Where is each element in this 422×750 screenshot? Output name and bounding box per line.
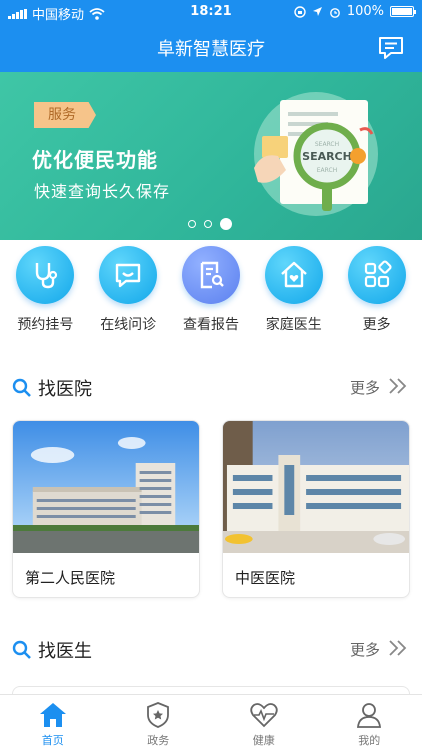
- tab-label: 政务: [147, 734, 170, 747]
- hospital-name: 第二人民医院: [25, 569, 116, 587]
- quick-label: 家庭医生: [265, 317, 322, 333]
- status-bar: 中国移动 18:21 100%: [0, 0, 422, 24]
- quick-label: 查看报告: [182, 317, 239, 333]
- tab-label: 健康: [252, 734, 275, 747]
- tab-health[interactable]: 健康: [211, 695, 317, 750]
- search-icon: [12, 640, 31, 659]
- tab-bar: 首页 政务 健康 我的: [0, 694, 422, 750]
- hospital-building-photo: [223, 421, 409, 553]
- message-list-icon[interactable]: [378, 36, 404, 60]
- heart-pulse-icon: [250, 703, 278, 728]
- hospital-section-header: 找医院 更多: [0, 372, 422, 402]
- quick-item-report[interactable]: 查看报告: [171, 246, 251, 342]
- section-title: 找医院: [38, 379, 92, 400]
- banner-subline: 快速查询长久保存: [34, 182, 171, 201]
- tab-label: 首页: [41, 734, 64, 747]
- quick-label: 在线问诊: [100, 317, 157, 333]
- quick-label: 更多: [362, 317, 391, 333]
- home-heart-icon: [264, 246, 323, 304]
- location-icon: [312, 7, 322, 16]
- tab-government[interactable]: 政务: [106, 695, 212, 750]
- hospital-building-photo: [13, 421, 199, 553]
- search-illustration: SEARCH SEARCH EARCH: [254, 92, 378, 216]
- hospital-card[interactable]: 第二人民医院: [12, 420, 200, 598]
- quick-item-appointment[interactable]: 预约挂号: [5, 246, 85, 342]
- stethoscope-icon: [16, 246, 75, 304]
- user-icon: [357, 703, 382, 728]
- page-title: 阜新智慧医疗: [157, 39, 265, 60]
- nav-bar: 阜新智慧医疗: [0, 24, 422, 72]
- banner-headline: 优化便民功能: [32, 148, 158, 172]
- doctor-section-header: 找医生 更多: [0, 634, 422, 664]
- magnifier-text-top: SEARCH: [315, 141, 339, 148]
- tab-home[interactable]: 首页: [0, 695, 106, 750]
- quick-item-family-doctor[interactable]: 家庭医生: [254, 246, 334, 342]
- carousel-dot[interactable]: [204, 220, 212, 228]
- doctor-more-link[interactable]: 更多: [350, 639, 380, 660]
- double-chevron-right-icon[interactable]: [388, 377, 408, 395]
- section-title: 找医生: [38, 641, 92, 662]
- carousel-dots: [188, 218, 232, 230]
- quick-menu: 预约挂号 在线问诊 查看报告 家庭医生 更多: [0, 246, 422, 342]
- hospital-name: 中医医院: [235, 569, 296, 587]
- chat-consult-icon: [99, 246, 158, 304]
- report-search-icon: [181, 246, 240, 304]
- status-right: 100%: [294, 4, 416, 19]
- search-icon: [12, 378, 31, 397]
- quick-label: 预约挂号: [17, 317, 74, 333]
- grid-more-icon: [347, 246, 406, 304]
- banner-tag: 服务: [34, 102, 96, 128]
- carousel-dot-active[interactable]: [220, 218, 232, 230]
- hospital-card[interactable]: 中医医院: [222, 420, 410, 598]
- double-chevron-right-icon[interactable]: [388, 639, 408, 657]
- badge-star-icon: [147, 702, 170, 728]
- battery-icon: [390, 6, 416, 17]
- tab-mine[interactable]: 我的: [317, 695, 422, 750]
- magnifier-text-bottom: EARCH: [317, 167, 337, 174]
- battery-percent: 100%: [346, 4, 384, 19]
- quick-item-consult[interactable]: 在线问诊: [88, 246, 168, 342]
- quick-item-more[interactable]: 更多: [337, 246, 417, 342]
- hospital-more-link[interactable]: 更多: [350, 377, 380, 398]
- home-icon: [39, 703, 66, 727]
- tab-label: 我的: [358, 734, 381, 747]
- carousel-dot[interactable]: [188, 220, 196, 228]
- magnifier-text-main: SEARCH: [302, 150, 352, 163]
- rotation-lock-icon: [294, 5, 306, 18]
- alarm-icon: [329, 7, 340, 18]
- promo-banner[interactable]: 服务 优化便民功能 快速查询长久保存 SEARCH SEARCH EARCH: [0, 72, 422, 240]
